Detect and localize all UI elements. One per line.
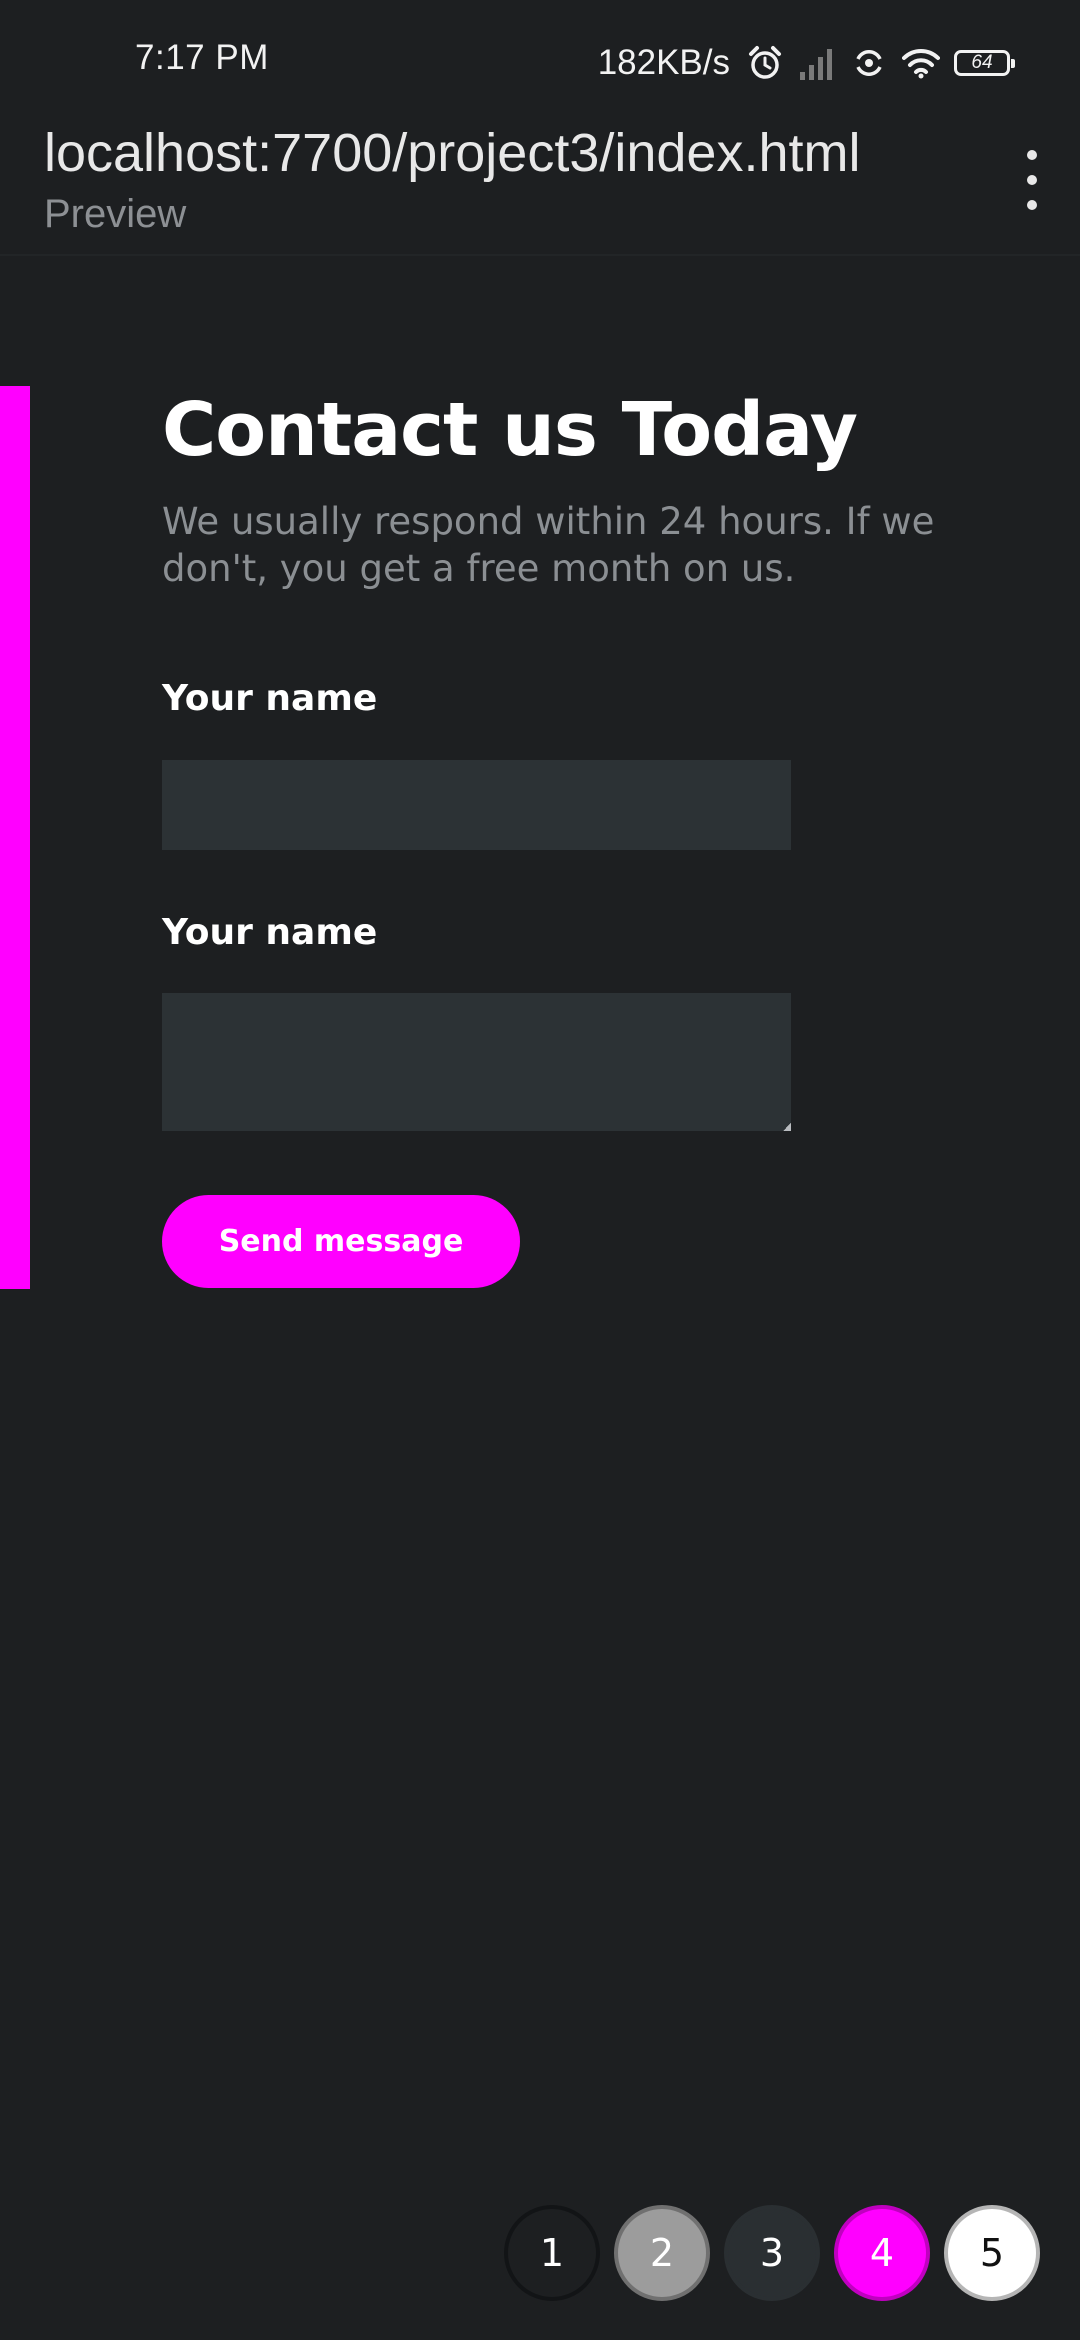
menu-dot (1027, 200, 1037, 210)
battery-icon: 64 (954, 50, 1015, 76)
battery-level: 64 (971, 52, 993, 73)
status-bar: 7:17 PM 182KB/s 64 (0, 0, 1080, 122)
name-field-label: Your name (162, 678, 378, 719)
signal-icon (798, 44, 836, 82)
contact-header: Contact us Today We usually respond with… (162, 380, 962, 592)
menu-dot (1027, 175, 1037, 185)
more-vert-icon[interactable] (1012, 150, 1052, 210)
hotspot-icon (850, 44, 888, 82)
contact-description: We usually respond within 24 hours. If w… (162, 500, 935, 590)
network-speed: 182KB/s (597, 43, 730, 82)
page-url[interactable]: localhost:7700/project3/index.html (44, 122, 861, 184)
page-navigation: 1 2 3 4 5 (504, 2205, 1040, 2301)
page-button-2[interactable]: 2 (614, 2205, 710, 2301)
browser-header: localhost:7700/project3/index.html Previ… (0, 122, 1080, 256)
contact-title: Contact us Today (162, 387, 858, 473)
status-time: 7:17 PM (135, 38, 269, 77)
resize-handle[interactable] (783, 1123, 791, 1131)
send-message-button[interactable]: Send message (162, 1195, 520, 1288)
menu-dot (1027, 150, 1037, 160)
message-field-label: Your name (162, 912, 378, 953)
page-button-3[interactable]: 3 (724, 2205, 820, 2301)
accent-bar (0, 386, 30, 1289)
alarm-icon (746, 44, 784, 82)
wifi-icon (902, 44, 940, 82)
message-textarea[interactable] (162, 993, 791, 1131)
page-button-5[interactable]: 5 (944, 2205, 1040, 2301)
page-button-4[interactable]: 4 (834, 2205, 930, 2301)
status-icons: 182KB/s 64 (597, 36, 1015, 90)
name-input[interactable] (162, 760, 791, 850)
page-button-1[interactable]: 1 (504, 2205, 600, 2301)
page-subtitle: Preview (44, 192, 187, 236)
